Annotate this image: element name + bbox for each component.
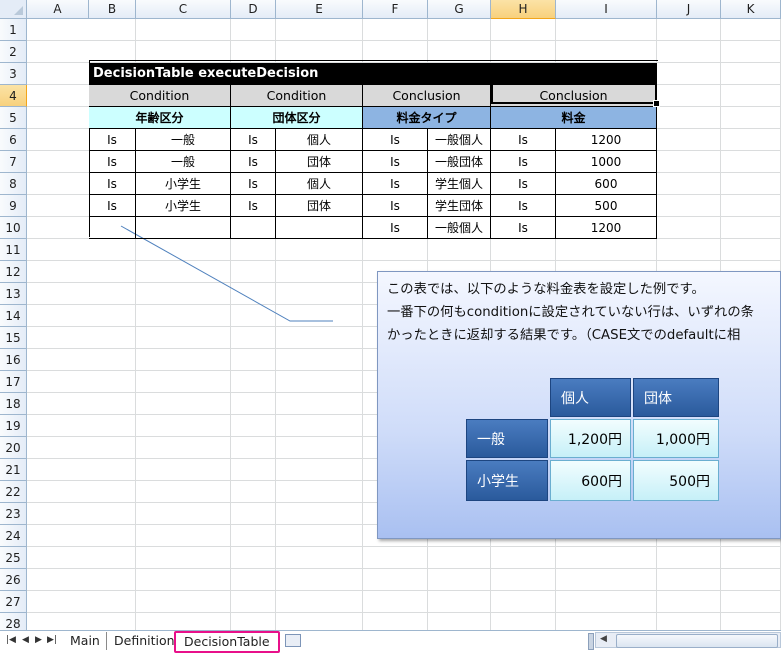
type-header-2[interactable]: Conclusion — [363, 85, 491, 107]
table-cell[interactable]: Is — [491, 217, 556, 239]
column-label-1[interactable]: 団体区分 — [231, 107, 363, 129]
table-cell[interactable] — [89, 217, 136, 239]
spreadsheet-grid[interactable]: ABCDEFGHIJK 1 2 3 4 5 6 7 8 9 10 11 12 13 14 15 16 17 18 1… — [0, 0, 781, 630]
sheet-tab-decisiontable[interactable]: DecisionTable — [174, 631, 280, 653]
table-cell[interactable]: 個人 — [276, 129, 363, 151]
column-label-3[interactable]: 料金 — [491, 107, 657, 129]
table-cell[interactable]: 小学生 — [136, 195, 231, 217]
table-cell[interactable]: Is — [491, 173, 556, 195]
price-student-group: 500円 — [633, 460, 719, 501]
table-cell[interactable]: 一般 — [136, 129, 231, 151]
table-cell[interactable]: 学生団体 — [428, 195, 491, 217]
price-col-header-individual: 個人 — [550, 378, 631, 417]
price-general-individual: 1,200円 — [550, 419, 631, 458]
selected-cell-outline — [491, 81, 657, 104]
table-cell[interactable]: 一般 — [136, 151, 231, 173]
note-line-3: かったときに返却する結果です。（CASE文でのdefaultに相 — [387, 328, 741, 343]
table-cell[interactable]: 一般個人 — [428, 129, 491, 151]
column-label-0[interactable]: 年齢区分 — [89, 107, 231, 129]
table-cell[interactable]: 一般個人 — [428, 217, 491, 239]
table-cell[interactable]: Is — [89, 151, 136, 173]
table-cell[interactable]: Is — [231, 173, 276, 195]
table-cell[interactable]: Is — [89, 173, 136, 195]
note-line-1: この表では、以下のような料金表を設定した例です。 — [387, 282, 705, 297]
scroll-left-icon[interactable]: ◀ — [600, 634, 607, 644]
table-cell[interactable]: Is — [491, 195, 556, 217]
table-cell[interactable]: Is — [231, 151, 276, 173]
table-cell[interactable]: Is — [363, 173, 428, 195]
table-cell[interactable]: Is — [363, 129, 428, 151]
table-cell[interactable]: Is — [363, 217, 428, 239]
type-header-0[interactable]: Condition — [89, 85, 231, 107]
prev-sheet-icon[interactable]: ◀ — [22, 635, 29, 645]
table-cell[interactable]: Is — [491, 151, 556, 173]
price-student-individual: 600円 — [550, 460, 631, 501]
horizontal-scrollbar[interactable]: ◀ — [595, 632, 781, 648]
table-cell[interactable] — [136, 217, 231, 239]
table-cell[interactable]: Is — [231, 129, 276, 151]
table-cell[interactable]: 小学生 — [136, 173, 231, 195]
sheet-tab-main[interactable]: Main — [64, 632, 107, 650]
table-cell[interactable]: 団体 — [276, 151, 363, 173]
price-row-header-general: 一般 — [466, 419, 548, 458]
table-cell[interactable]: Is — [363, 195, 428, 217]
last-sheet-icon[interactable]: ▶| — [47, 635, 57, 645]
table-cell[interactable]: 学生個人 — [428, 173, 491, 195]
table-cell[interactable]: 団体 — [276, 195, 363, 217]
type-header-1[interactable]: Condition — [231, 85, 363, 107]
note-line-2: 一番下の何もconditionに設定されていない行は、いずれの条 — [387, 305, 754, 320]
table-cell[interactable]: Is — [231, 195, 276, 217]
price-col-header-group: 団体 — [633, 378, 719, 417]
table-cell[interactable]: Is — [491, 129, 556, 151]
table-cell[interactable]: Is — [89, 195, 136, 217]
table-cell[interactable] — [231, 217, 276, 239]
table-cell[interactable]: Is — [89, 129, 136, 151]
table-cell[interactable]: 個人 — [276, 173, 363, 195]
table-cell[interactable]: 1200 — [556, 129, 657, 151]
first-sheet-icon[interactable]: |◀ — [6, 635, 16, 645]
table-cell[interactable]: 一般団体 — [428, 151, 491, 173]
table-cell[interactable] — [276, 217, 363, 239]
table-cell[interactable]: 1200 — [556, 217, 657, 239]
column-label-2[interactable]: 料金タイプ — [363, 107, 491, 129]
table-cell[interactable]: 1000 — [556, 151, 657, 173]
next-sheet-icon[interactable]: ▶ — [35, 635, 42, 645]
scrollbar-thumb[interactable] — [616, 634, 778, 648]
fill-handle[interactable] — [653, 100, 660, 107]
table-cell[interactable]: 600 — [556, 173, 657, 195]
comment-note-box[interactable]: この表では、以下のような料金表を設定した例です。 一番下の何もcondition… — [377, 271, 781, 539]
tab-splitter[interactable] — [588, 633, 594, 650]
sheet-tab-definition[interactable]: Definition — [108, 632, 182, 650]
price-row-header-student: 小学生 — [466, 460, 548, 501]
price-general-group: 1,000円 — [633, 419, 719, 458]
table-cell[interactable]: 500 — [556, 195, 657, 217]
insert-sheet-icon[interactable] — [285, 634, 301, 647]
table-cell[interactable]: Is — [363, 151, 428, 173]
